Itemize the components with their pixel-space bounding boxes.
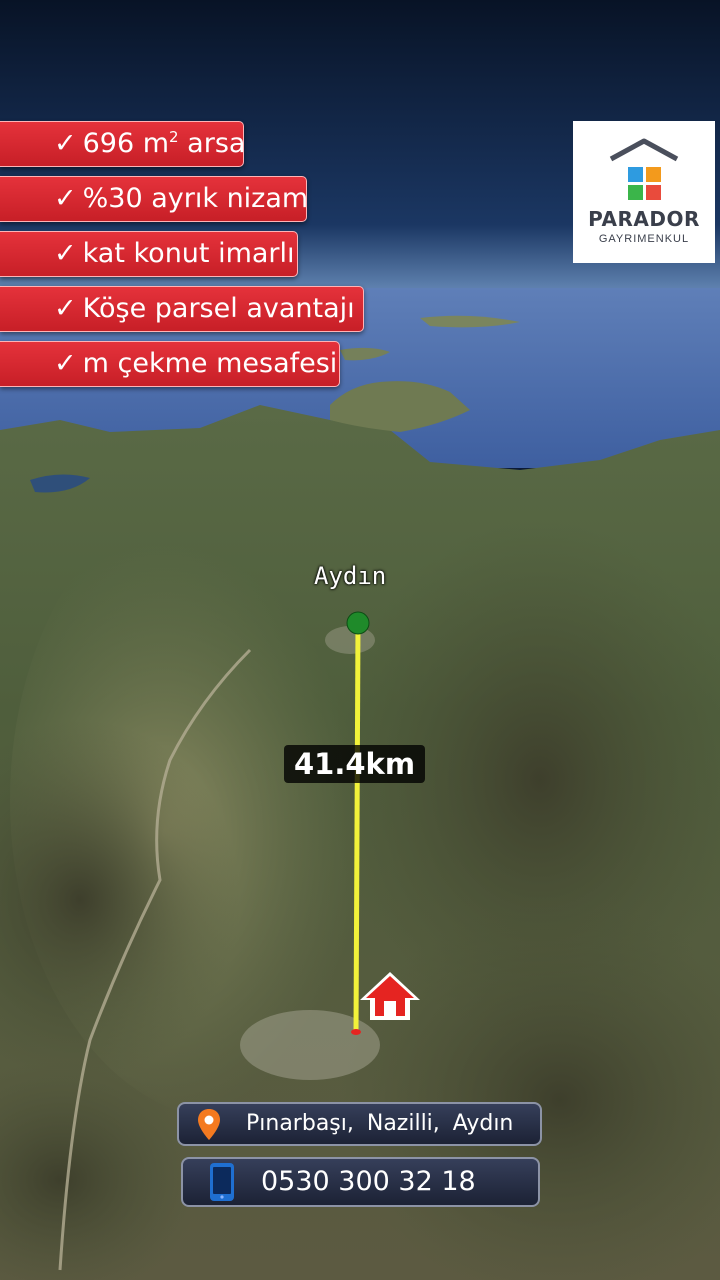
phone-bar[interactable]: 0530 300 32 18 [181,1157,540,1207]
distance-label: 41.4km [284,745,426,783]
distance-line [353,623,361,1033]
location-text: Pınarbaşı, Nazilli, Aydın [246,1111,514,1136]
house-icon [360,972,420,1020]
map-pin-icon [198,1109,220,1140]
phone-number[interactable]: 0530 300 32 18 [261,1159,476,1205]
distance-overlay [346,611,420,1035]
mobile-phone-icon [210,1163,234,1201]
location-bar: Pınarbaşı, Nazilli, Aydın [177,1102,542,1146]
start-marker [346,611,370,635]
city-label: Aydın [314,562,387,590]
end-marker [351,1029,361,1035]
